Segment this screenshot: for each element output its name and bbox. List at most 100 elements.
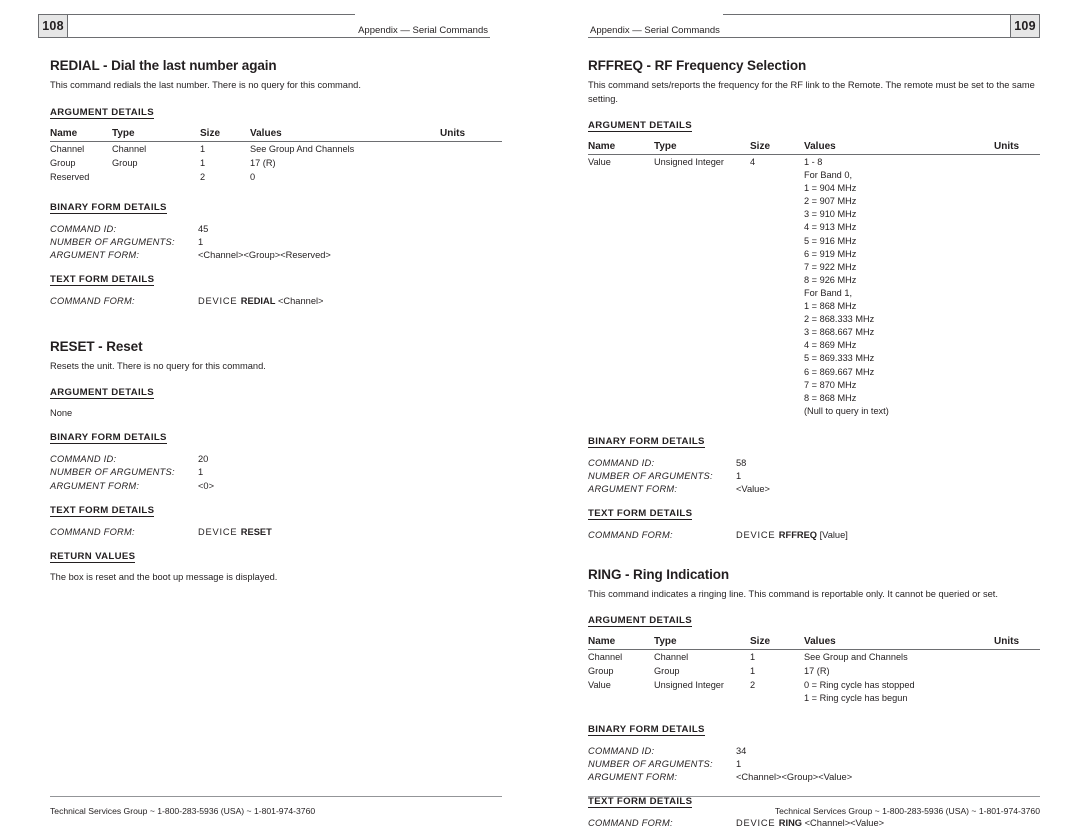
label-command-form: COMMAND FORM: <box>588 818 673 829</box>
text-command-form-row: COMMAND FORM: DEVICE RESET <box>50 526 502 539</box>
cell-type: Channel <box>112 143 147 154</box>
col-header-units: Units <box>994 636 1040 651</box>
cell-size: 2 <box>750 680 756 691</box>
cell-size: 1 <box>200 157 206 168</box>
binary-arg-form-row: ARGUMENT FORM: <Channel><Group><Value> <box>588 771 1040 784</box>
value-number-of-arguments: 1 <box>198 467 204 478</box>
value-line: 1 = 904 MHz <box>804 183 857 194</box>
value-line: 5 = 916 MHz <box>804 235 857 246</box>
label-command-id: COMMAND ID: <box>588 457 655 468</box>
cell-type: Unsigned Integer <box>654 680 724 691</box>
table-header-row: Name Type Size Values Units <box>588 636 1040 651</box>
header-line-top <box>68 14 355 15</box>
table-header-row: Name Type Size Values Units <box>50 127 502 142</box>
page-109: Appendix — Serial Commands 109 RFFREQ - … <box>540 0 1080 834</box>
cell-type <box>112 170 200 184</box>
label-argument-form: ARGUMENT FORM: <box>588 484 678 495</box>
value-command-id: 34 <box>736 745 747 756</box>
argument-details-heading-reset: ARGUMENT DETAILS <box>50 387 155 400</box>
header-breadcrumb-right: Appendix — Serial Commands <box>590 25 720 36</box>
value-line: 8 = 868 MHz <box>804 392 857 403</box>
text-form-redial: COMMAND FORM: DEVICE REDIAL <Channel> <box>50 295 502 308</box>
value-command-form: DEVICE RFFREQ [Value] <box>736 529 848 542</box>
binary-form-heading-reset: BINARY FORM DETAILS <box>50 432 167 445</box>
cell-values: 0 = Ring cycle has stopped 1 = Ring cycle… <box>804 678 994 705</box>
binary-num-args-row: NUMBER OF ARGUMENTS: 1 <box>50 236 502 249</box>
cell-size: 2 <box>200 171 206 182</box>
cell-units <box>994 650 1040 665</box>
section-title-rffreq: RFFREQ - RF Frequency Selection <box>588 58 807 73</box>
text-form-heading-reset: TEXT FORM DETAILS <box>50 504 155 517</box>
cell-units <box>440 141 502 156</box>
label-number-of-arguments: NUMBER OF ARGUMENTS: <box>588 471 713 482</box>
binary-command-id-row: COMMAND ID: 45 <box>50 223 502 236</box>
value-argument-form: <0> <box>198 480 215 491</box>
binary-num-args-row: NUMBER OF ARGUMENTS: 1 <box>588 758 1040 771</box>
cell-name: Reserved <box>50 171 90 182</box>
col-header-size: Size <box>750 636 804 651</box>
value-line: See Group and Channels <box>804 652 908 663</box>
value-list: 1 - 8 For Band 0, 1 = 904 MHz 2 = 907 MHz 3 … <box>804 156 994 418</box>
page-footer-left: Technical Services Group ~ 1-800-283-593… <box>50 796 502 816</box>
arguments-none-reset: None <box>50 408 73 419</box>
text-form-heading-redial: TEXT FORM DETAILS <box>50 274 155 287</box>
section-title-reset: RESET - Reset <box>50 338 143 354</box>
text-command-form-row: COMMAND FORM: DEVICE RING <Channel><Valu… <box>588 817 1040 830</box>
page-content-left: REDIAL - Dial the last number again This… <box>50 58 502 591</box>
label-command-form: COMMAND FORM: <box>588 530 673 541</box>
section-description-ring: This command indicates a ringing line. T… <box>588 588 998 599</box>
table-row: Group Group 1 17 (R) <box>588 664 1040 678</box>
value-line: 1 = 868 MHz <box>804 301 857 312</box>
binary-arg-form-row: ARGUMENT FORM: <Channel><Group><Reserved… <box>50 249 502 262</box>
label-number-of-arguments: NUMBER OF ARGUMENTS: <box>50 236 175 247</box>
page-footer-right: Technical Services Group ~ 1-800-283-593… <box>588 796 1040 816</box>
argument-details-heading-ring: ARGUMENT DETAILS <box>588 615 693 628</box>
device-keyword: DEVICE <box>736 818 779 829</box>
value-argument-form: <Value> <box>736 484 770 495</box>
footer-text-left: Technical Services Group ~ 1-800-283-593… <box>50 806 316 816</box>
cell-units <box>994 678 1040 705</box>
value-list: See Group and Channels <box>804 651 994 664</box>
footer-rule <box>50 796 502 797</box>
value-line: 0 <box>250 171 256 182</box>
cell-units <box>440 170 502 184</box>
cell-type: Group <box>112 157 138 168</box>
text-form-reset: COMMAND FORM: DEVICE RESET <box>50 526 502 539</box>
text-form-rffreq: COMMAND FORM: DEVICE RFFREQ [Value] <box>588 529 1040 542</box>
col-header-name: Name <box>50 127 112 142</box>
binary-command-id-row: COMMAND ID: 20 <box>50 453 502 466</box>
binary-arg-form-row: ARGUMENT FORM: <0> <box>50 480 502 493</box>
cell-name: Group <box>588 666 614 677</box>
col-header-units: Units <box>994 141 1040 155</box>
value-line: 2 = 907 MHz <box>804 196 857 207</box>
value-line: See Group And Channels <box>250 143 355 154</box>
device-keyword: DEVICE <box>198 296 241 307</box>
command-args: <Channel> <box>275 296 324 307</box>
col-header-type: Type <box>654 141 750 155</box>
header-breadcrumb-left: Appendix — Serial Commands <box>358 25 488 36</box>
cell-name: Value <box>588 157 611 167</box>
device-keyword: DEVICE <box>736 530 779 541</box>
value-line: 1 = Ring cycle has begun <box>804 693 908 704</box>
cell-size: 1 <box>200 143 206 154</box>
binary-arg-form-row: ARGUMENT FORM: <Value> <box>588 483 1040 496</box>
label-command-form: COMMAND FORM: <box>50 296 135 307</box>
header-rule-left: Appendix — Serial Commands <box>68 14 490 38</box>
cell-type: Channel <box>654 652 689 663</box>
command-args: [Value] <box>817 530 848 541</box>
page-number-right: 109 <box>1010 14 1040 38</box>
document-spread: 108 Appendix — Serial Commands REDIAL - … <box>0 0 1080 834</box>
value-line: 6 = 869.667 MHz <box>804 366 875 377</box>
cell-values: See Group And Channels <box>250 141 440 156</box>
cell-values: See Group and Channels <box>804 650 994 665</box>
value-command-id: 58 <box>736 457 747 468</box>
command-keyword: RFFREQ <box>778 530 818 541</box>
value-line: 3 = 910 MHz <box>804 209 857 220</box>
cell-values: 1 - 8 For Band 0, 1 = 904 MHz 2 = 907 MHz 3 … <box>804 155 994 418</box>
